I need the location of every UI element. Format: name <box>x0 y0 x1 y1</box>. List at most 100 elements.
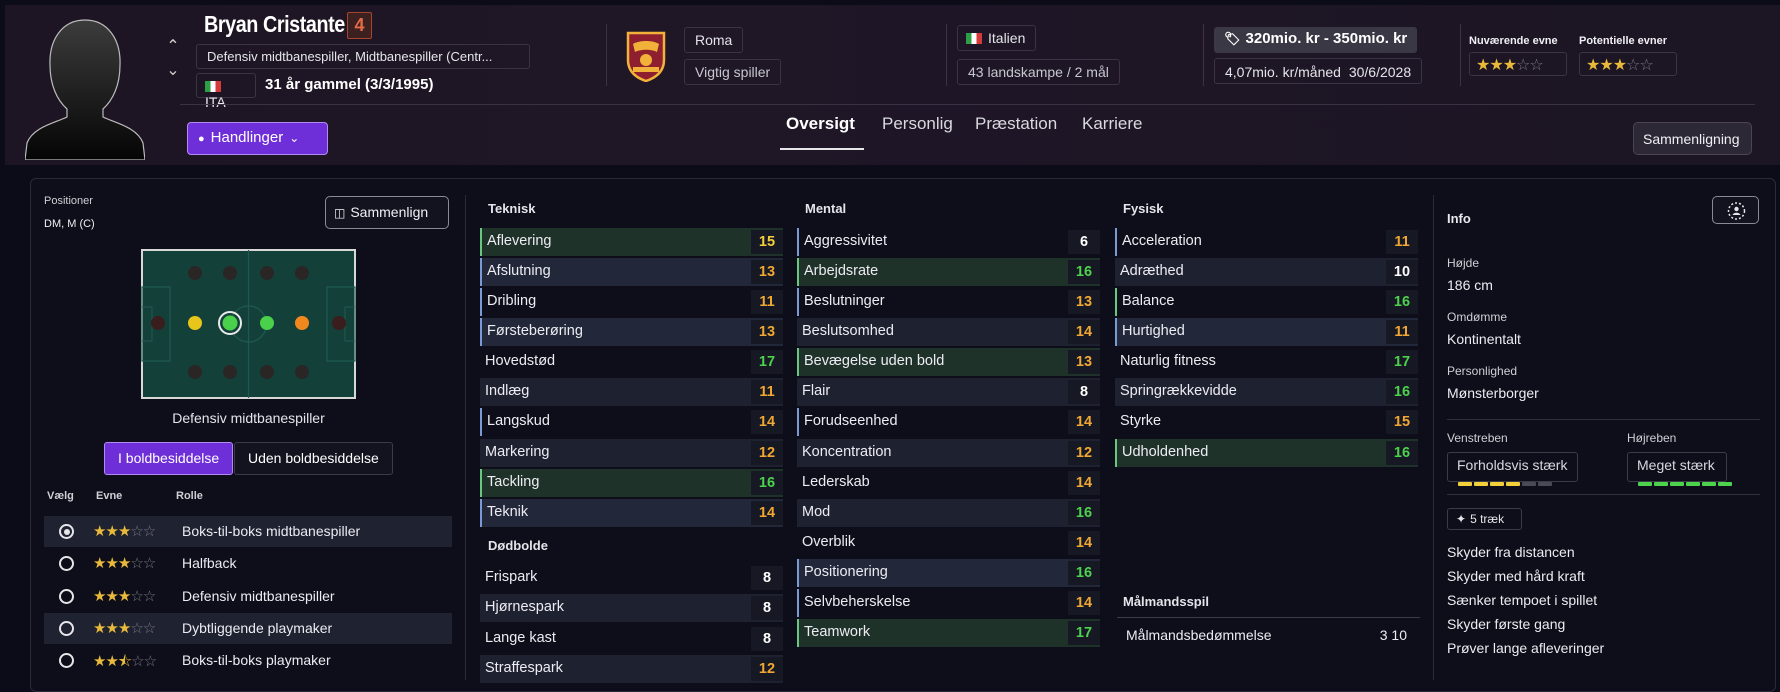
nationality-code: ITA <box>205 94 226 110</box>
attribute-row[interactable]: Straffespark 12 <box>480 655 783 683</box>
attribute-value: 16 <box>751 471 783 495</box>
role-radio[interactable] <box>59 589 74 604</box>
attribute-row[interactable]: Førsteberøring 13 <box>480 318 783 346</box>
attribute-row[interactable]: Positionering 16 <box>797 559 1100 587</box>
attribute-row[interactable]: Naturlig fitness 17 <box>1115 348 1418 376</box>
trait-item: Prøver lange afleveringer <box>1447 640 1605 656</box>
pitch-position-dot <box>222 315 238 331</box>
compare-positions-button[interactable]: ◫ Sammenlign <box>325 196 449 229</box>
attribute-row[interactable]: Styrke 15 <box>1115 408 1418 436</box>
attribute-row[interactable]: Flair 8 <box>797 378 1100 406</box>
club-name-chip[interactable]: Roma <box>684 27 744 53</box>
role-stars: ★★⯪☆☆ <box>93 652 157 670</box>
role-row[interactable]: ★★★☆☆ Halfback <box>44 548 452 579</box>
in-possession-toggle[interactable]: I boldbesiddelse <box>104 442 233 475</box>
chevron-up-icon[interactable]: ⌃ <box>166 38 180 62</box>
attribute-row[interactable]: Hovedstød 17 <box>480 348 783 376</box>
chevron-down-icon[interactable]: ⌄ <box>166 62 180 86</box>
pitch-position-dot <box>260 316 274 330</box>
role-radio[interactable] <box>59 556 74 571</box>
attribute-row[interactable]: Overblik 14 <box>797 529 1100 557</box>
attribute-value: 13 <box>1068 350 1100 374</box>
attribute-row[interactable]: Beslutninger 13 <box>797 288 1100 316</box>
foot-level-segment <box>1654 482 1668 486</box>
role-row[interactable]: ★★★☆☆ Dybtliggende playmaker <box>44 613 452 644</box>
attribute-row[interactable]: Springrækkevidde 16 <box>1115 378 1418 406</box>
attribute-row[interactable]: Balance 16 <box>1115 288 1418 316</box>
tab-career[interactable]: Karriere <box>1082 114 1142 134</box>
club-logo-icon[interactable] <box>625 30 667 82</box>
attribute-name: Straffespark <box>485 660 563 676</box>
goalkeeping-separator <box>1117 617 1420 618</box>
roles-col-ability: Evne <box>96 490 123 502</box>
transfer-value-chip[interactable]: 🏷 320mio. kr - 350mio. kr <box>1214 27 1418 53</box>
personality-value: Mønsterborger <box>1447 385 1539 401</box>
attribute-row[interactable]: Tackling 16 <box>480 469 783 497</box>
traits-count-chip[interactable]: ✦ 5 træk <box>1447 508 1522 530</box>
role-radio[interactable] <box>59 653 74 668</box>
roles-col-select: Vælg <box>47 490 74 502</box>
player-silhouette <box>25 19 145 160</box>
attribute-name: Balance <box>1122 293 1175 309</box>
attribute-row[interactable]: Indlæg 11 <box>480 378 783 406</box>
right-foot-box: Meget stærk <box>1627 452 1732 486</box>
role-row[interactable]: ★★⯪☆☆ Boks-til-boks playmaker <box>44 645 452 676</box>
role-radio[interactable] <box>59 621 74 636</box>
attribute-row[interactable]: Aflevering 15 <box>480 228 783 256</box>
national-team-chip[interactable]: Italien <box>957 25 1037 51</box>
attribute-row[interactable]: Forudseenhed 14 <box>797 408 1100 436</box>
trait-item: Skyder fra distancen <box>1447 544 1575 560</box>
attribute-row[interactable]: Afslutning 13 <box>480 258 783 286</box>
attribute-name: Frispark <box>485 569 538 585</box>
attribute-row[interactable]: Mod 16 <box>797 499 1100 527</box>
attribute-name: Flair <box>802 383 831 399</box>
attribute-row[interactable]: Hurtighed 11 <box>1115 318 1418 346</box>
active-tab-indicator <box>780 148 864 150</box>
attribute-row[interactable]: Dribling 11 <box>480 288 783 316</box>
nationality-chip[interactable]: ITA <box>196 73 256 110</box>
attribute-row[interactable]: Frispark 8 <box>480 564 783 592</box>
actions-button[interactable]: ● Handlinger ⌄ <box>187 122 328 155</box>
reputation-label: Omdømme <box>1447 310 1507 324</box>
attribute-row[interactable]: Langskud 14 <box>480 408 783 436</box>
personality-button[interactable] <box>1712 196 1759 224</box>
attribute-row[interactable]: Selvbeherskelse 14 <box>797 589 1100 617</box>
attribute-row[interactable]: Adræthed 10 <box>1115 258 1418 286</box>
tab-overview[interactable]: Oversigt <box>786 114 855 134</box>
current-ability-label: Nuværende evne <box>1469 35 1558 47</box>
attribute-value: 17 <box>1386 350 1418 374</box>
attribute-row[interactable]: Lederskab 14 <box>797 469 1100 497</box>
pitch-position-dot <box>223 365 237 379</box>
pitch-position-dot <box>151 316 165 330</box>
role-row[interactable]: ★★★☆☆ Defensiv midtbanespiller <box>44 581 452 612</box>
italy-flag-icon <box>205 81 221 92</box>
attribute-row[interactable]: Beslutsomhed 14 <box>797 318 1100 346</box>
attribute-row[interactable]: Arbejdsrate 16 <box>797 258 1100 286</box>
attribute-name: Adræthed <box>1120 263 1184 279</box>
attribute-row[interactable]: Acceleration 11 <box>1115 228 1418 256</box>
attribute-value: 10 <box>1386 260 1418 284</box>
role-radio[interactable] <box>59 524 74 539</box>
pitch-position-dot <box>188 316 202 330</box>
compare-icon: ◫ <box>334 206 346 220</box>
attribute-row[interactable]: Bevægelse uden bold 13 <box>797 348 1100 376</box>
comparison-button[interactable]: Sammenligning <box>1633 122 1752 155</box>
attribute-row[interactable]: Lange kast 8 <box>480 625 783 653</box>
attribute-row[interactable]: Teamwork 17 <box>797 619 1100 647</box>
attribute-row[interactable]: Markering 12 <box>480 439 783 467</box>
roles-col-role: Rolle <box>176 490 203 502</box>
role-stars: ★★★☆☆ <box>93 619 156 637</box>
contract-chip: 4,07mio. kr/måned 30/6/2028 <box>1214 58 1423 84</box>
role-row[interactable]: ★★★☆☆ Boks-til-boks midtbanespiller <box>44 516 452 547</box>
out-of-possession-toggle[interactable]: Uden boldbesiddelse <box>234 442 393 475</box>
tab-performance[interactable]: Præstation <box>975 114 1057 134</box>
attribute-row[interactable]: Teknik 14 <box>480 499 783 527</box>
left-foot-label: Venstreben <box>1447 431 1508 445</box>
attribute-row[interactable]: Udholdenhed 16 <box>1115 439 1418 467</box>
goalkeeping-rating-row[interactable]: Målmandsbedømmelse 3 10 <box>1117 620 1417 648</box>
attribute-row[interactable]: Hjørnespark 8 <box>480 594 783 622</box>
attribute-row[interactable]: Koncentration 12 <box>797 439 1100 467</box>
attribute-row[interactable]: Aggressivitet 6 <box>797 228 1100 256</box>
tab-personal[interactable]: Personlig <box>882 114 953 134</box>
foot-level-segment <box>1718 482 1732 486</box>
